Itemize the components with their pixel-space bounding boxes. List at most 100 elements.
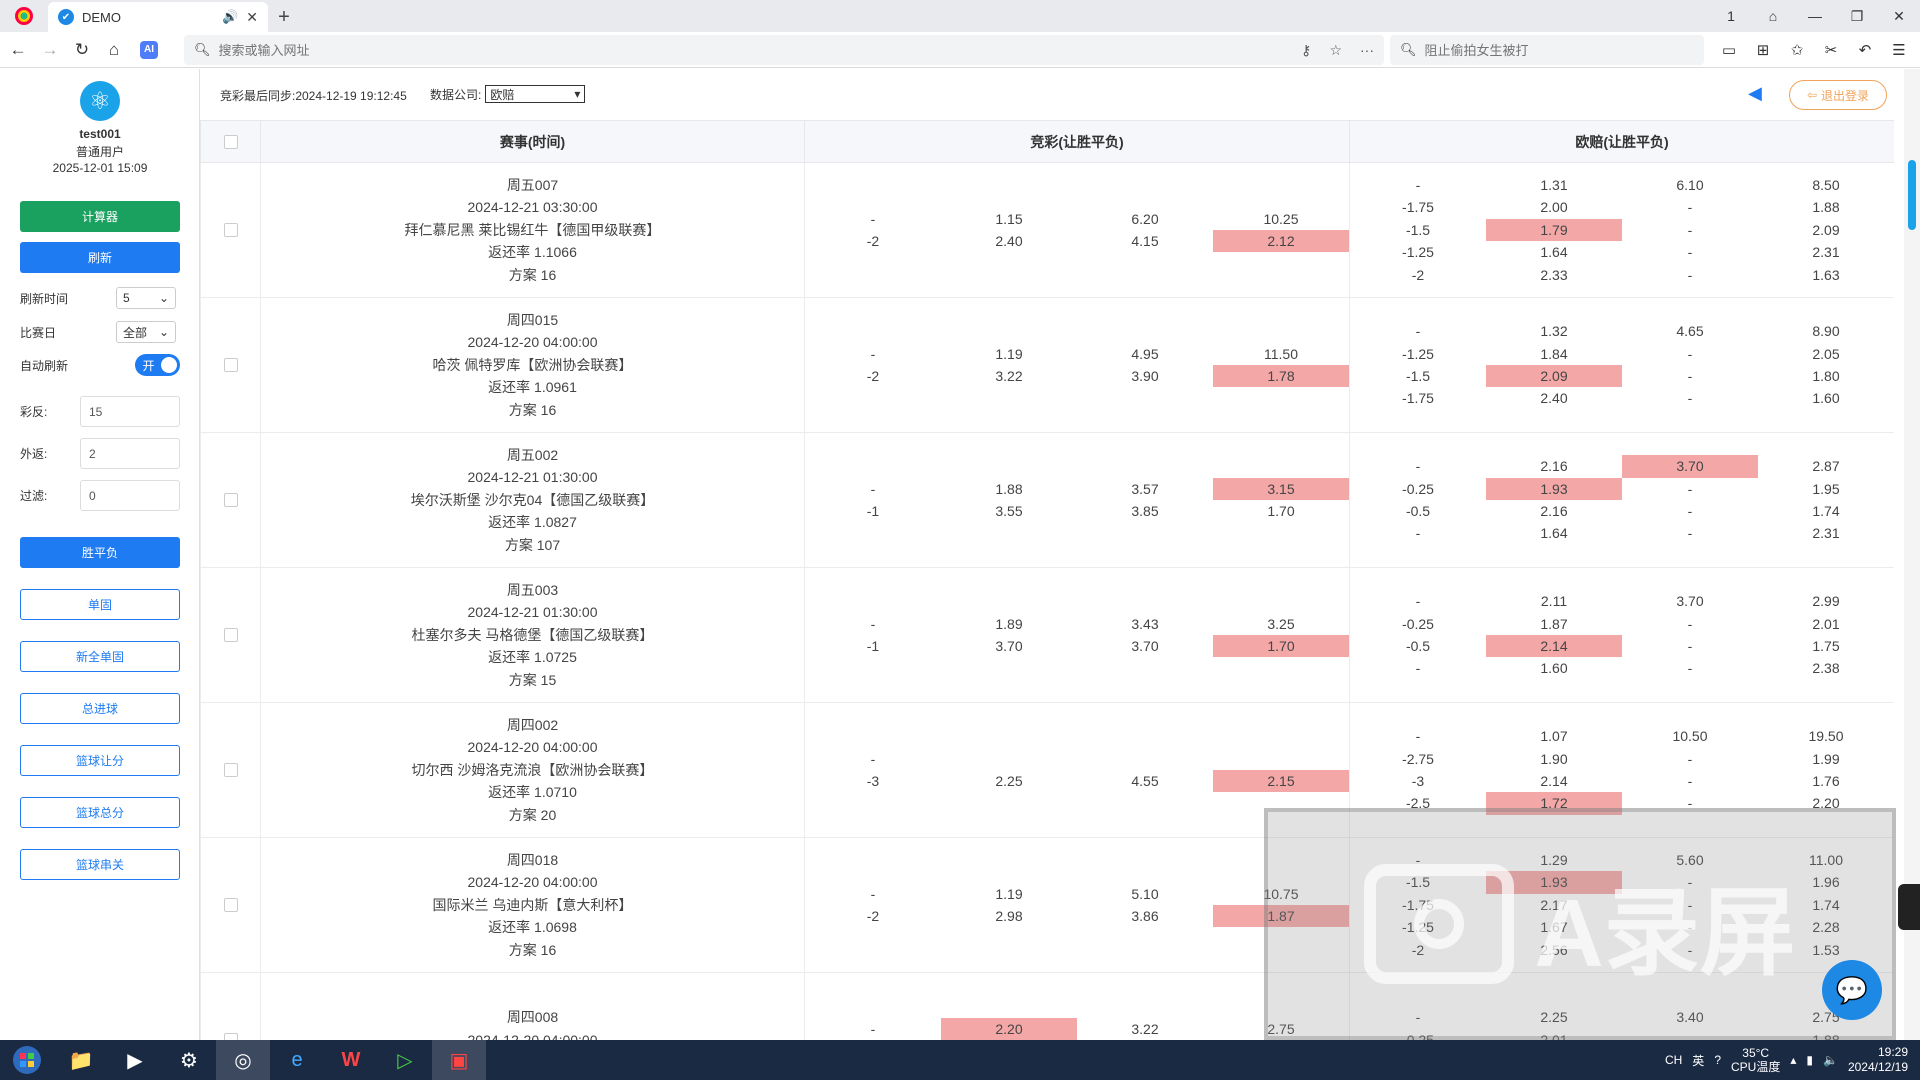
row-checkbox[interactable] — [223, 223, 238, 237]
odds-value: 4.65 — [1676, 323, 1704, 340]
nav-basketball-handicap-button[interactable]: 篮球让分 — [20, 745, 180, 776]
odds-value: 3.90 — [1131, 368, 1159, 384]
home-button[interactable]: ⌂ — [100, 36, 128, 64]
match-day-select[interactable]: 全部 ⌄ — [116, 321, 176, 343]
match-time: 2024-12-21 01:30:00 — [467, 469, 598, 486]
browser-tab[interactable]: ✔ DEMO 🔊 ✕ — [48, 2, 268, 32]
chat-bubble-icon[interactable]: 💬 — [1822, 960, 1882, 1020]
star-icon[interactable]: ☆ — [1329, 42, 1342, 59]
return-rate: 返还率 1.0961 — [488, 379, 577, 396]
tray-ime[interactable]: 英 — [1692, 1052, 1704, 1069]
company-select[interactable]: 欧赔 ▾ — [485, 85, 586, 103]
nav-single-button[interactable]: 单固 — [20, 589, 180, 620]
header-europe[interactable]: 欧赔(让胜平负) — [1349, 120, 1894, 163]
odds-value: - — [1687, 660, 1693, 677]
waifan-input[interactable] — [80, 438, 180, 469]
signal-icon[interactable]: ▮ — [1806, 1053, 1813, 1067]
help-icon[interactable]: ? — [1714, 1053, 1721, 1067]
header-jingcai[interactable]: 竞彩(让胜平负) — [804, 120, 1350, 163]
scissors-icon[interactable]: ✂ — [1816, 35, 1846, 65]
apps-grid-icon[interactable]: ⊞ — [1748, 35, 1778, 65]
row-checkbox[interactable] — [223, 493, 238, 507]
camera-icon — [1364, 864, 1515, 984]
odds-value: 1.31 — [1540, 177, 1568, 194]
baidu-netdisk-icon[interactable]: ⚙ — [162, 1040, 216, 1080]
scrollbar-thumb[interactable] — [1908, 160, 1916, 230]
screenshot-icon[interactable]: ▭ — [1714, 35, 1744, 65]
close-window-button[interactable]: ✕ — [1878, 0, 1920, 32]
favorites-icon[interactable]: ✩ — [1782, 35, 1812, 65]
restore-button[interactable]: ❐ — [1836, 0, 1878, 32]
clock[interactable]: 19:29 2024/12/19 — [1848, 1045, 1908, 1075]
more-icon[interactable]: ··· — [1360, 42, 1374, 58]
recorder-icon[interactable]: ▣ — [432, 1040, 486, 1080]
speaker-icon[interactable]: ◀ — [1748, 83, 1762, 104]
wps-icon[interactable]: W — [324, 1040, 378, 1080]
reload-button[interactable]: ↻ — [68, 36, 96, 64]
shirt-icon[interactable]: ⌂ — [1752, 0, 1794, 32]
media-player-icon[interactable]: ▶ — [108, 1040, 162, 1080]
speaker-tab-icon[interactable]: 🔊 — [222, 9, 238, 25]
ai-icon[interactable]: AI — [140, 40, 158, 59]
volume-icon[interactable]: 🔈 — [1823, 1053, 1838, 1067]
recorder-watermark: A录屏 — [1264, 808, 1896, 1040]
odds-value: 1.84 — [1540, 345, 1568, 362]
address-bar[interactable]: 🔍︎ ⚷ ☆ ··· — [184, 35, 1384, 65]
row-checkbox[interactable] — [223, 763, 238, 777]
table-header-row: 赛事(时间) 竞彩(让胜平负) 欧赔(让胜平负) — [200, 120, 1894, 163]
search-input[interactable] — [1424, 42, 1694, 58]
sidebar: ⚛ test001 普通用户 2025-12-01 15:09 计算器 刷新 刷… — [0, 69, 200, 1040]
address-input[interactable] — [218, 42, 1284, 58]
row-checkbox[interactable] — [223, 898, 238, 912]
match-code: 周四018 — [506, 851, 559, 868]
close-tab-icon[interactable]: ✕ — [246, 9, 258, 26]
header-match[interactable]: 赛事(时间) — [260, 120, 805, 163]
search-box[interactable]: 🔍︎ — [1390, 35, 1704, 65]
odds-value: -2 — [866, 233, 880, 249]
odds-value: -2 — [1411, 266, 1425, 283]
browser-icon[interactable]: ◎ — [216, 1040, 270, 1080]
side-pull-tab[interactable] — [1898, 884, 1920, 930]
odds-value: 2.87 — [1812, 458, 1840, 475]
calculator-button[interactable]: 计算器 — [20, 201, 180, 232]
row-checkbox[interactable] — [223, 628, 238, 642]
refresh-time-select[interactable]: 5 ⌄ — [116, 287, 176, 309]
match-time: 2024-12-20 04:00:00 — [467, 1031, 598, 1040]
match-time: 2024-12-21 03:30:00 — [467, 199, 598, 216]
nav-win-draw-lose-button[interactable]: 胜平负 — [20, 537, 180, 568]
key-icon[interactable]: ⚷ — [1301, 42, 1311, 59]
nav-basketball-total-button[interactable]: 篮球总分 — [20, 797, 180, 828]
cpu-temp-label: CPU温度 — [1731, 1060, 1781, 1074]
undo-icon[interactable]: ↶ — [1850, 35, 1880, 65]
network-icon[interactable]: ▴ — [1790, 1053, 1796, 1067]
folder-icon[interactable]: 📁 — [54, 1040, 108, 1080]
odds-value: - — [1687, 390, 1693, 407]
tab-counter[interactable]: 1 — [1710, 0, 1752, 32]
back-button[interactable]: ← — [4, 36, 32, 64]
tray-lang[interactable]: CH — [1665, 1053, 1682, 1067]
nav-basketball-parlay-button[interactable]: 篮球串关 — [20, 849, 180, 880]
match-info-cell: 周五003 2024-12-21 01:30:00 杜塞尔多夫 马格德堡【德国乙级联… — [260, 567, 805, 703]
auto-refresh-toggle[interactable]: 开 — [134, 354, 180, 376]
new-tab-button[interactable]: + — [268, 2, 300, 32]
minimize-button[interactable]: — — [1794, 0, 1836, 32]
filter-input[interactable] — [80, 480, 180, 511]
nav-new-single-button[interactable]: 新全单固 — [20, 641, 180, 672]
row-select-cell — [200, 567, 261, 703]
caifan-input[interactable] — [80, 396, 180, 427]
refresh-button[interactable]: 刷新 — [20, 242, 180, 273]
nav-total-goals-button[interactable]: 总进球 — [20, 693, 180, 724]
ie-icon[interactable]: e — [270, 1040, 324, 1080]
row-checkbox[interactable] — [223, 358, 238, 372]
row-checkbox[interactable] — [223, 1033, 238, 1040]
select-all-checkbox[interactable] — [223, 134, 238, 149]
europe-odds-cell: - 2.11 3.70 2.99 -0.25 1.87 - 2.01 -0.5 2.14 - 1.75… — [1349, 567, 1894, 703]
forward-button[interactable]: → — [36, 36, 64, 64]
logout-button[interactable]: ⇦ 退出登录 — [1789, 80, 1887, 110]
odds-value: - — [870, 210, 876, 227]
start-icon[interactable] — [0, 1040, 54, 1080]
window-controls: 1 ⌂ — ❐ ✕ — [1710, 0, 1920, 32]
menu-icon[interactable]: ☰ — [1884, 35, 1914, 65]
video-player-icon[interactable]: ▷ — [378, 1040, 432, 1080]
browser-logo-icon[interactable] — [0, 0, 48, 32]
